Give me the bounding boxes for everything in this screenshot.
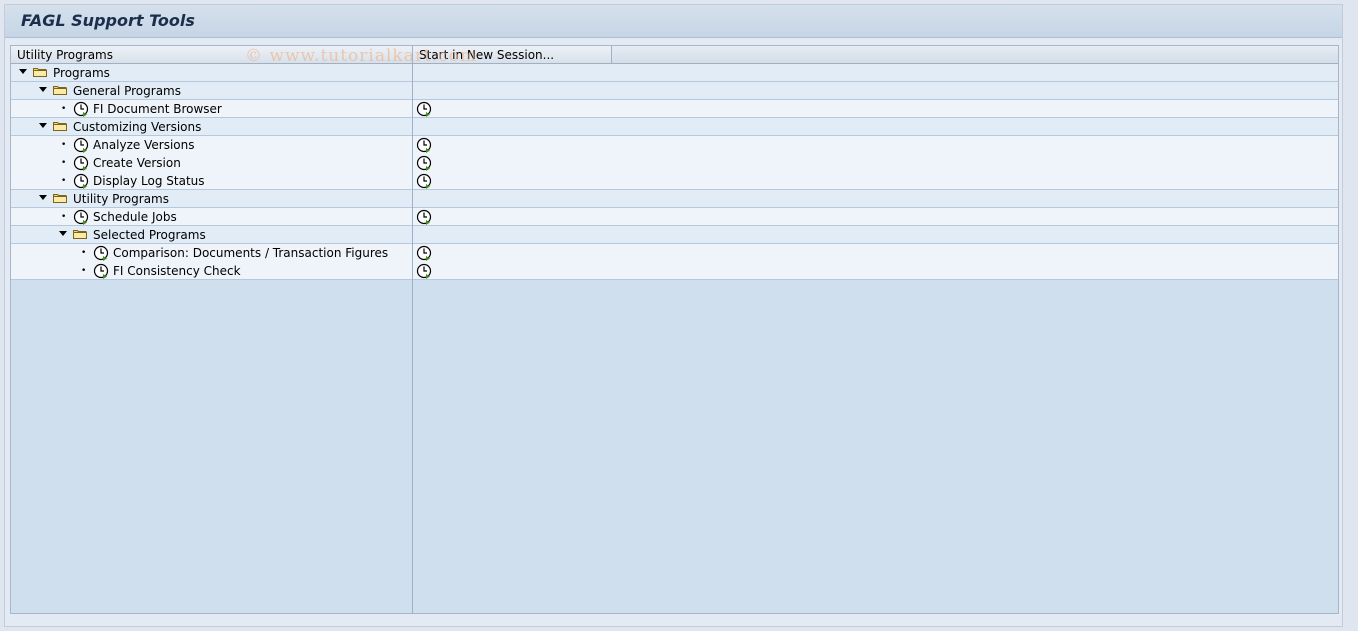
tree-node-label: Create Version [93,156,181,170]
clock-program-icon [73,137,89,153]
column-header-filler [612,46,1338,64]
tree-node-customizing-versions[interactable]: Customizing Versions [11,118,1338,136]
folder-open-icon [73,230,87,239]
bullet-icon: • [61,158,67,168]
clock-program-icon [93,263,109,279]
tree-node-label: Programs [53,66,110,80]
tree-node-programs[interactable]: Programs [11,64,1338,82]
tree-node-label: FI Consistency Check [113,264,241,278]
program-tree: Utility Programs Start in New Session...… [10,45,1339,614]
chevron-down-icon[interactable] [39,123,47,128]
folder-open-icon [53,86,67,95]
chevron-down-icon[interactable] [59,231,67,236]
bullet-icon: • [81,248,87,258]
tree-node-comparison-documents-transaction-figures[interactable]: • Comparison: Documents / Transaction Fi… [11,244,1338,262]
tree-node-label: Display Log Status [93,174,205,188]
execute-in-new-session-icon[interactable] [416,137,432,153]
clock-program-icon [93,245,109,261]
tree-node-label: Selected Programs [93,228,206,242]
title-bar: FAGL Support Tools [5,5,1342,38]
tree-node-schedule-jobs[interactable]: • Schedule Jobs [11,208,1338,226]
clock-program-icon [73,173,89,189]
tree-node-label: General Programs [73,84,181,98]
page-title: FAGL Support Tools [21,11,195,30]
execute-in-new-session-icon[interactable] [416,155,432,171]
tree-node-general-programs[interactable]: General Programs [11,82,1338,100]
tree-node-analyze-versions[interactable]: • Analyze Versions [11,136,1338,154]
chevron-down-icon[interactable] [19,69,27,74]
tree-node-create-version[interactable]: • Create Version [11,154,1338,172]
tree-node-label: Schedule Jobs [93,210,177,224]
execute-in-new-session-icon[interactable] [416,209,432,225]
bullet-icon: • [61,176,67,186]
folder-open-icon [53,122,67,131]
tree-node-label: FI Document Browser [93,102,222,116]
execute-in-new-session-icon[interactable] [416,263,432,279]
folder-open-icon [53,194,67,203]
tree-node-label: Utility Programs [73,192,169,206]
watermark-text: © www.tutorialkart.com [245,46,478,66]
chevron-down-icon[interactable] [39,87,47,92]
clock-program-icon [73,155,89,171]
bullet-icon: • [61,104,67,114]
tree-node-fi-consistency-check[interactable]: • FI Consistency Check [11,262,1338,280]
tree-node-label: Customizing Versions [73,120,202,134]
clock-program-icon [73,101,89,117]
tree-node-label: Analyze Versions [93,138,195,152]
bullet-icon: • [61,140,67,150]
tree-node-selected-programs[interactable]: Selected Programs [11,226,1338,244]
tree-node-label: Comparison: Documents / Transaction Figu… [113,246,389,260]
execute-in-new-session-icon[interactable] [416,173,432,189]
folder-open-icon [33,68,47,77]
clock-program-icon [73,209,89,225]
column-divider[interactable] [412,46,413,613]
tree-node-utility-programs[interactable]: Utility Programs [11,190,1338,208]
bullet-icon: • [81,266,87,276]
bullet-icon: • [61,212,67,222]
chevron-down-icon[interactable] [39,195,47,200]
execute-in-new-session-icon[interactable] [416,245,432,261]
execute-in-new-session-icon[interactable] [416,101,432,117]
tree-node-fi-document-browser[interactable]: • FI Document Browser [11,100,1338,118]
main-window: FAGL Support Tools Utility Programs Star… [4,4,1343,627]
tree-node-display-log-status[interactable]: • Display Log Status [11,172,1338,190]
